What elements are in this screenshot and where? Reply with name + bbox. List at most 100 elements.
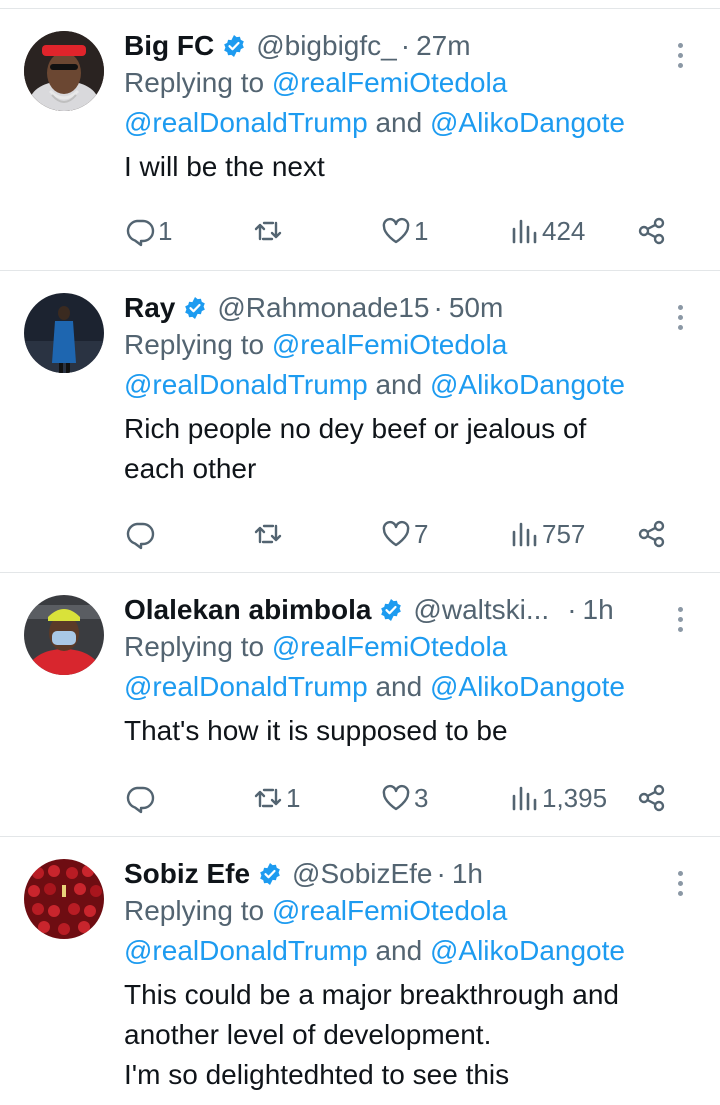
- tweet[interactable]: Sobiz Efe @SobizEfe · 1h Replying to @re…: [0, 836, 720, 1105]
- share-icon: [638, 784, 665, 812]
- like-icon: [382, 217, 410, 244]
- mention-link[interactable]: @realFemiOtedola: [272, 67, 507, 98]
- tweet-text-line: This could be a major breakthrough and: [124, 979, 619, 1010]
- retweet-count: 1: [286, 782, 301, 813]
- views-button[interactable]: 1,395: [508, 778, 607, 818]
- like-icon: [382, 520, 410, 547]
- more-options-icon[interactable]: [678, 607, 686, 637]
- author-name[interactable]: Ray: [124, 292, 175, 324]
- and-label: and: [367, 671, 430, 702]
- verified-badge-icon: [185, 297, 206, 319]
- reply-icon: [126, 786, 155, 814]
- author-handle[interactable]: @bigbigfc_: [256, 30, 397, 62]
- tweet[interactable]: Ray @Rahmonade15 · 50m Replying to @real…: [0, 270, 720, 573]
- views-button[interactable]: 424: [508, 211, 585, 251]
- tweet-text-line: Rich people no dey beef or jealous of: [124, 413, 587, 444]
- tweet-time[interactable]: 1h: [452, 858, 483, 890]
- and-label: and: [367, 107, 430, 138]
- tweet-time[interactable]: 27m: [416, 30, 470, 62]
- like-count: 3: [414, 782, 429, 813]
- retweet-button[interactable]: [252, 514, 286, 554]
- retweet-icon: [254, 221, 282, 241]
- reply-icon: [126, 522, 155, 550]
- replying-to-label: Replying to: [124, 631, 272, 662]
- reply-button[interactable]: [124, 514, 158, 554]
- author-name[interactable]: Big FC: [124, 30, 214, 62]
- reply-button[interactable]: 1: [124, 211, 172, 251]
- mention-link[interactable]: @AlikoDangote: [430, 369, 625, 400]
- replying-to-label: Replying to: [124, 329, 272, 360]
- tweet-text: This could be a major breakthrough and a…: [124, 975, 720, 1095]
- views-count: 424: [542, 215, 586, 246]
- time-separator: ·: [567, 594, 577, 625]
- mention-link[interactable]: @realDonaldTrump: [124, 671, 368, 702]
- avatar[interactable]: [24, 859, 104, 939]
- share-button[interactable]: [636, 514, 668, 554]
- like-count: 1: [414, 215, 429, 246]
- retweet-icon: [254, 788, 282, 808]
- share-icon: [638, 520, 665, 548]
- action-bar: 1 1 424: [124, 211, 684, 251]
- views-count: 1,395: [542, 782, 608, 813]
- mention-link[interactable]: @realFemiOtedola: [272, 329, 507, 360]
- avatar[interactable]: [24, 293, 104, 373]
- mention-link[interactable]: @realFemiOtedola: [272, 631, 507, 662]
- verified-badge-icon: [381, 599, 402, 621]
- avatar[interactable]: [24, 595, 104, 675]
- verified-badge-icon: [260, 863, 280, 885]
- mention-link[interactable]: @realDonaldTrump: [124, 935, 368, 966]
- time-separator: ·: [433, 292, 443, 323]
- tweet[interactable]: Big FC @bigbigfc_ · 27m Replying to @rea…: [0, 8, 720, 271]
- mention-link[interactable]: @AlikoDangote: [430, 671, 625, 702]
- views-button[interactable]: 757: [508, 514, 585, 554]
- replying-to: Replying to @realFemiOtedola @realDonald…: [124, 325, 720, 405]
- author-handle[interactable]: @waltski...: [413, 594, 549, 626]
- tweet[interactable]: Olalekan abimbola @waltski... · 1h Reply…: [0, 572, 720, 837]
- share-button[interactable]: [636, 778, 668, 818]
- more-options-icon[interactable]: [678, 43, 686, 73]
- replying-to-label: Replying to: [124, 895, 272, 926]
- reply-button[interactable]: [124, 778, 158, 818]
- share-button[interactable]: [636, 211, 668, 251]
- retweet-button[interactable]: 1: [252, 778, 300, 818]
- author-name[interactable]: Olalekan abimbola: [124, 594, 371, 626]
- mention-link[interactable]: @realDonaldTrump: [124, 107, 368, 138]
- views-icon: [512, 522, 537, 547]
- tweet-text: Rich people no dey beef or jealous of ea…: [124, 409, 720, 489]
- tweet-text-line: I will be the next: [124, 151, 325, 182]
- views-count: 757: [542, 518, 586, 549]
- share-icon: [638, 217, 665, 245]
- and-label: and: [367, 369, 430, 400]
- mention-link[interactable]: @AlikoDangote: [430, 935, 625, 966]
- tweet-text: I will be the next: [124, 147, 720, 187]
- time-separator: ·: [400, 30, 411, 61]
- views-icon: [512, 219, 537, 244]
- mention-link[interactable]: @realFemiOtedola: [272, 895, 507, 926]
- avatar[interactable]: [24, 31, 104, 111]
- tweet-time[interactable]: 50m: [449, 292, 503, 324]
- mention-link[interactable]: @realDonaldTrump: [124, 369, 368, 400]
- replying-to-label: Replying to: [124, 67, 272, 98]
- like-button[interactable]: 1: [380, 211, 428, 251]
- tweet-text-line: That's how it is supposed to be: [124, 715, 508, 746]
- like-button[interactable]: 3: [380, 778, 428, 818]
- tweet-time[interactable]: 1h: [583, 594, 614, 626]
- author-handle[interactable]: @Rahmonade15: [217, 292, 429, 324]
- time-separator: ·: [436, 858, 446, 889]
- mention-link[interactable]: @AlikoDangote: [430, 107, 625, 138]
- like-icon: [382, 784, 410, 811]
- retweet-button[interactable]: [252, 211, 286, 251]
- tweet-text-line: another level of development.: [124, 1019, 492, 1050]
- like-button[interactable]: 7: [380, 514, 428, 554]
- action-bar: 1 3 1,395: [124, 778, 684, 818]
- and-label: and: [367, 935, 430, 966]
- views-icon: [512, 786, 537, 811]
- more-options-icon[interactable]: [678, 871, 686, 901]
- action-bar: 7 757: [124, 514, 684, 554]
- replying-to: Replying to @realFemiOtedola @realDonald…: [124, 63, 720, 143]
- author-name[interactable]: Sobiz Efe: [124, 858, 250, 890]
- author-handle[interactable]: @SobizEfe: [292, 858, 433, 890]
- tweet-text-line: each other: [124, 453, 257, 484]
- more-options-icon[interactable]: [678, 305, 686, 335]
- replying-to: Replying to @realFemiOtedola @realDonald…: [124, 891, 720, 971]
